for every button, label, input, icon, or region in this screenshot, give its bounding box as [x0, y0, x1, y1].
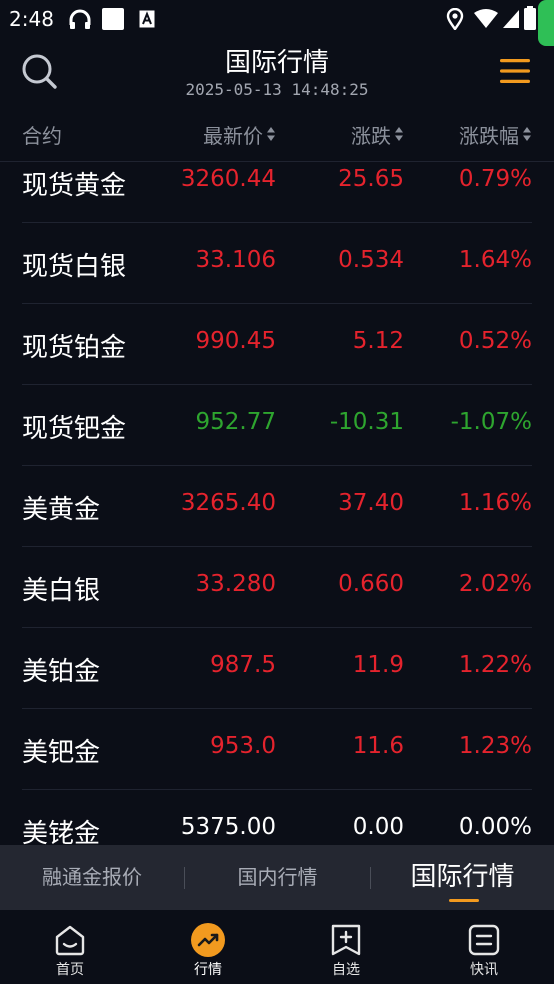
- update-timestamp: 2025-05-13 14:48:25: [185, 80, 369, 99]
- add-favorite-icon: [331, 924, 361, 956]
- change-percent: 1.16%: [458, 490, 532, 516]
- nav-label: 快讯: [470, 962, 498, 978]
- change-percent: 1.22%: [458, 652, 532, 678]
- status-bar: 2:48: [0, 0, 554, 46]
- price-change: 5.12: [352, 328, 404, 354]
- last-price: 3265.40: [180, 490, 276, 516]
- change-percent: 0.79%: [458, 166, 532, 192]
- quote-row[interactable]: 美铑金 5375.00 0.00 0.00%: [0, 790, 554, 845]
- sort-arrows-icon: [522, 122, 532, 146]
- column-price-sort[interactable]: 最新价: [203, 120, 276, 149]
- last-price: 33.280: [195, 571, 276, 597]
- change-percent: 1.64%: [458, 247, 532, 273]
- signal-icon: [503, 10, 519, 28]
- wifi-icon: [474, 9, 498, 28]
- change-percent: 0.52%: [458, 328, 532, 354]
- price-change: 11.9: [352, 652, 404, 678]
- price-change: 11.6: [352, 733, 404, 759]
- header: 国际行情 2025-05-13 14:48:25: [0, 38, 554, 104]
- nav-market[interactable]: 行情: [158, 910, 258, 984]
- quote-row[interactable]: 美白银 33.280 0.660 2.02%: [0, 547, 554, 628]
- quote-row[interactable]: 现货钯金 952.77 -10.31 -1.07%: [0, 385, 554, 466]
- subtab-rongtongjin-quote[interactable]: 融通金报价: [0, 845, 184, 910]
- sort-arrows-icon: [266, 122, 276, 146]
- instrument-name: 美钯金: [22, 738, 101, 768]
- column-pct-sort[interactable]: 涨跌幅: [459, 120, 532, 149]
- location-icon: [446, 8, 464, 30]
- column-header: 合约 最新价 涨跌 涨跌幅: [0, 104, 554, 162]
- last-price: 952.77: [195, 409, 276, 435]
- price-change: 0.534: [338, 247, 404, 273]
- nav-news-flash[interactable]: 快讯: [434, 910, 534, 984]
- change-percent: -1.07%: [450, 409, 532, 435]
- instrument-name: 美铑金: [22, 819, 101, 845]
- quote-row[interactable]: 美黄金 3265.40 37.40 1.16%: [0, 466, 554, 547]
- nav-home[interactable]: 首页: [20, 910, 120, 984]
- news-flash-icon: [468, 924, 500, 956]
- nav-label: 行情: [194, 962, 222, 978]
- battery-icon: [524, 6, 536, 30]
- headphone-icon: [69, 9, 91, 29]
- quote-row[interactable]: 现货铂金 990.45 5.12 0.52%: [0, 304, 554, 385]
- change-percent: 0.00%: [458, 814, 532, 840]
- change-percent: 2.02%: [458, 571, 532, 597]
- price-change: -10.31: [329, 409, 404, 435]
- instrument-name: 美白银: [22, 576, 101, 606]
- last-price: 5375.00: [180, 814, 276, 840]
- notification-square-icon: [102, 8, 124, 30]
- price-change: 37.40: [338, 490, 404, 516]
- nav-label: 自选: [332, 962, 360, 978]
- quote-row[interactable]: 美钯金 953.0 11.6 1.23%: [0, 709, 554, 790]
- instrument-name: 现货黄金: [22, 171, 127, 201]
- last-price: 3260.44: [180, 166, 276, 192]
- market-trend-icon: [191, 923, 225, 957]
- instrument-name: 美铂金: [22, 657, 101, 687]
- status-time: 2:48: [9, 7, 54, 31]
- hamburger-menu-icon[interactable]: [500, 58, 530, 84]
- instrument-name: 现货白银: [22, 252, 127, 282]
- font-a-icon: [139, 10, 155, 28]
- instrument-name: 现货铂金: [22, 333, 127, 363]
- last-price: 987.5: [210, 652, 276, 678]
- nav-favorites[interactable]: 自选: [296, 910, 396, 984]
- column-name: 合约: [22, 124, 62, 148]
- price-change: 0.00: [352, 814, 404, 840]
- change-percent: 1.23%: [458, 733, 532, 759]
- last-price: 33.106: [195, 247, 276, 273]
- page-title: 国际行情: [224, 48, 329, 78]
- instrument-name: 现货钯金: [22, 414, 127, 444]
- instrument-name: 美黄金: [22, 495, 101, 525]
- column-change-sort[interactable]: 涨跌: [351, 120, 404, 149]
- subtab-domestic-market[interactable]: 国内行情: [185, 845, 370, 910]
- last-price: 990.45: [195, 328, 276, 354]
- sort-arrows-icon: [394, 122, 404, 146]
- quote-row[interactable]: 美铂金 987.5 11.9 1.22%: [0, 628, 554, 709]
- active-tab-indicator: [449, 899, 479, 902]
- quote-list[interactable]: 现货黄金 3260.44 25.65 0.79% 现货白银 33.106 0.534 1.64…: [0, 162, 554, 845]
- price-change: 0.660: [338, 571, 404, 597]
- last-price: 953.0: [210, 733, 276, 759]
- nav-label: 首页: [56, 962, 84, 978]
- price-change: 25.65: [338, 166, 404, 192]
- market-subtabs: 融通金报价 国内行情 国际行情: [0, 845, 554, 910]
- quote-row[interactable]: 现货白银 33.106 0.534 1.64%: [0, 223, 554, 304]
- home-icon: [55, 925, 85, 956]
- quote-row[interactable]: 现货黄金 3260.44 25.65 0.79%: [0, 162, 554, 223]
- bottom-navigation: 首页 行情 自选 快讯: [0, 910, 554, 984]
